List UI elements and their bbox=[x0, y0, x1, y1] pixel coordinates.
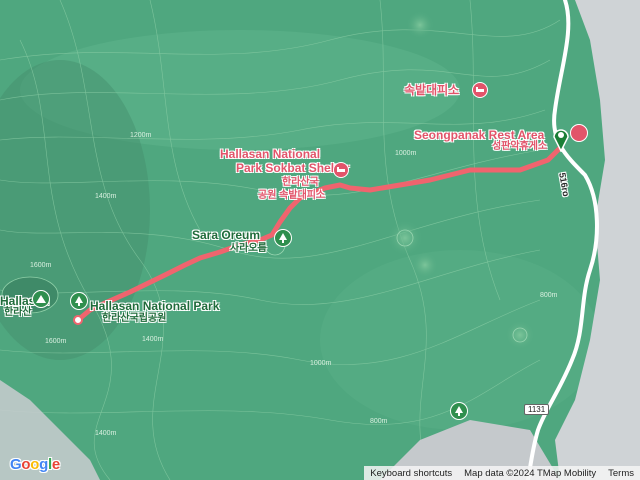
keyboard-shortcuts-link[interactable]: Keyboard shortcuts bbox=[364, 468, 458, 479]
contour-label: 1400m bbox=[95, 430, 117, 437]
lodging-icon[interactable] bbox=[472, 82, 488, 98]
terms-link[interactable]: Terms bbox=[602, 468, 640, 479]
sokbat-korean-label[interactable]: 속밭대피소 bbox=[404, 84, 459, 97]
contour-label: 1400m bbox=[142, 336, 164, 343]
sara-oreum-korean-label[interactable]: 사라오름 bbox=[230, 243, 267, 255]
shelter-icon[interactable] bbox=[333, 162, 349, 178]
logo-letter: o bbox=[21, 456, 31, 473]
national-park-korean-label[interactable]: 한라산국립공원 bbox=[102, 313, 166, 325]
park-icon[interactable] bbox=[70, 292, 88, 310]
logo-letter: G bbox=[10, 456, 22, 473]
start-pin-icon[interactable] bbox=[552, 126, 570, 152]
map-footer: Keyboard shortcuts Map data ©2024 TMap M… bbox=[364, 466, 640, 480]
mountain-icon[interactable] bbox=[32, 290, 50, 308]
park-icon[interactable] bbox=[450, 402, 468, 420]
rest-area-label[interactable]: Seongpanak Rest Area bbox=[414, 129, 544, 142]
shelter-korean-line2[interactable]: 공원 속밭대피소 bbox=[258, 190, 325, 202]
summit-korean-label[interactable]: 한라산 bbox=[4, 307, 32, 319]
contour-label: 1400m bbox=[95, 193, 117, 200]
contour-label: 800m bbox=[370, 418, 388, 425]
shelter-korean-line1[interactable]: 한라산국 bbox=[282, 177, 319, 189]
rest-area-korean-label[interactable]: 성판악휴게소 bbox=[492, 141, 547, 153]
route-shield: 1131 bbox=[524, 404, 550, 415]
map-attribution: Map data ©2024 TMap Mobility bbox=[464, 467, 597, 479]
contour-label: 800m bbox=[540, 292, 558, 299]
sara-oreum-label[interactable]: Sara Oreum bbox=[192, 229, 260, 242]
park-icon[interactable] bbox=[274, 229, 292, 247]
logo-letter: e bbox=[51, 456, 60, 473]
contour-label: 1600m bbox=[45, 338, 67, 345]
map-view[interactable]: 1200m 1400m 1000m 1400m 1600m 1600m 800m… bbox=[0, 0, 640, 480]
national-park-label[interactable]: Hallasan National Park bbox=[90, 300, 219, 313]
rest-area-icon[interactable] bbox=[570, 124, 588, 142]
contour-label: 1600m bbox=[30, 262, 52, 269]
contour-label: 1000m bbox=[310, 360, 332, 367]
contour-label: 1000m bbox=[395, 150, 417, 157]
shelter-label-line1[interactable]: Hallasan National bbox=[220, 148, 320, 161]
google-logo[interactable]: Google bbox=[10, 456, 60, 473]
logo-letter: o bbox=[30, 456, 40, 473]
contour-label: 1200m bbox=[130, 132, 152, 139]
logo-letter: g bbox=[39, 456, 48, 473]
